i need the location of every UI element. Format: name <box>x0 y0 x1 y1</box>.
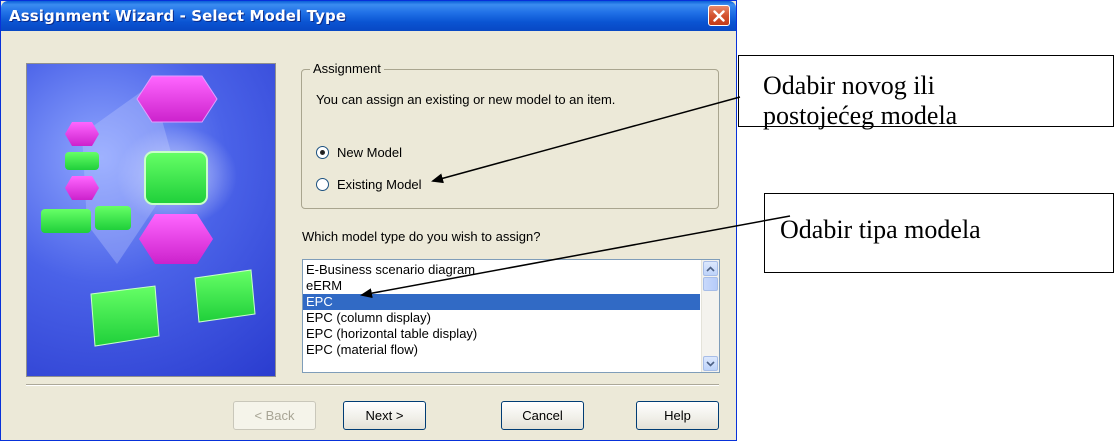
separator-line <box>26 384 719 386</box>
list-item[interactable]: eERM <box>303 278 700 294</box>
callout-2-text: Odabir tipa modela <box>780 215 981 244</box>
chevron-up-icon <box>706 265 715 272</box>
cancel-button[interactable]: Cancel <box>501 401 584 430</box>
list-item[interactable]: E-Business scenario diagram <box>303 262 700 278</box>
radio-new-model[interactable]: New Model <box>316 145 402 160</box>
assignment-legend: Assignment <box>310 61 384 76</box>
radio-existing-model[interactable]: Existing Model <box>316 177 422 192</box>
radio-button-checked[interactable] <box>316 146 329 159</box>
vertical-scrollbar[interactable] <box>701 260 719 372</box>
scroll-thumb[interactable] <box>703 277 718 291</box>
model-shapes-image <box>41 75 256 347</box>
radio-button-unchecked[interactable] <box>316 178 329 191</box>
list-item-selected[interactable]: EPC <box>303 294 700 310</box>
assignment-wizard-dialog: Assignment Wizard - Select Model Type As… <box>0 0 737 441</box>
radio-new-model-label: New Model <box>337 145 403 160</box>
help-button[interactable]: Help <box>636 401 719 430</box>
assignment-groupbox: Assignment You can assign an existing or… <box>301 61 719 209</box>
model-type-question: Which model type do you wish to assign? <box>302 229 541 244</box>
callout-new-or-existing: Odabir novog ili postojećeg modela <box>738 55 1114 130</box>
close-icon <box>713 9 725 22</box>
list-item[interactable]: EPC (column display) <box>303 310 700 326</box>
radio-existing-model-label: Existing Model <box>337 177 422 192</box>
scroll-down-button[interactable] <box>703 356 718 371</box>
assignment-description: You can assign an existing or new model … <box>316 92 616 107</box>
next-button[interactable]: Next > <box>343 401 426 430</box>
back-button[interactable]: < Back <box>233 401 316 430</box>
list-item[interactable]: EPC (material flow) <box>303 342 700 358</box>
scroll-up-button[interactable] <box>703 261 718 276</box>
callout-1-line2: postojećeg modela <box>763 101 958 130</box>
model-type-listbox[interactable]: E-Business scenario diagram eERM EPC EPC… <box>302 259 720 373</box>
list-item[interactable]: EPC (horizontal table display) <box>303 326 700 342</box>
callout-1-line1: Odabir novog ili <box>763 71 935 100</box>
callout-model-type: Odabir tipa modela <box>764 193 1114 273</box>
chevron-down-icon <box>706 360 715 367</box>
title-bar[interactable]: Assignment Wizard - Select Model Type <box>1 1 736 31</box>
window-title: Assignment Wizard - Select Model Type <box>9 7 347 25</box>
close-button[interactable] <box>708 5 730 26</box>
wizard-illustration <box>26 63 276 377</box>
